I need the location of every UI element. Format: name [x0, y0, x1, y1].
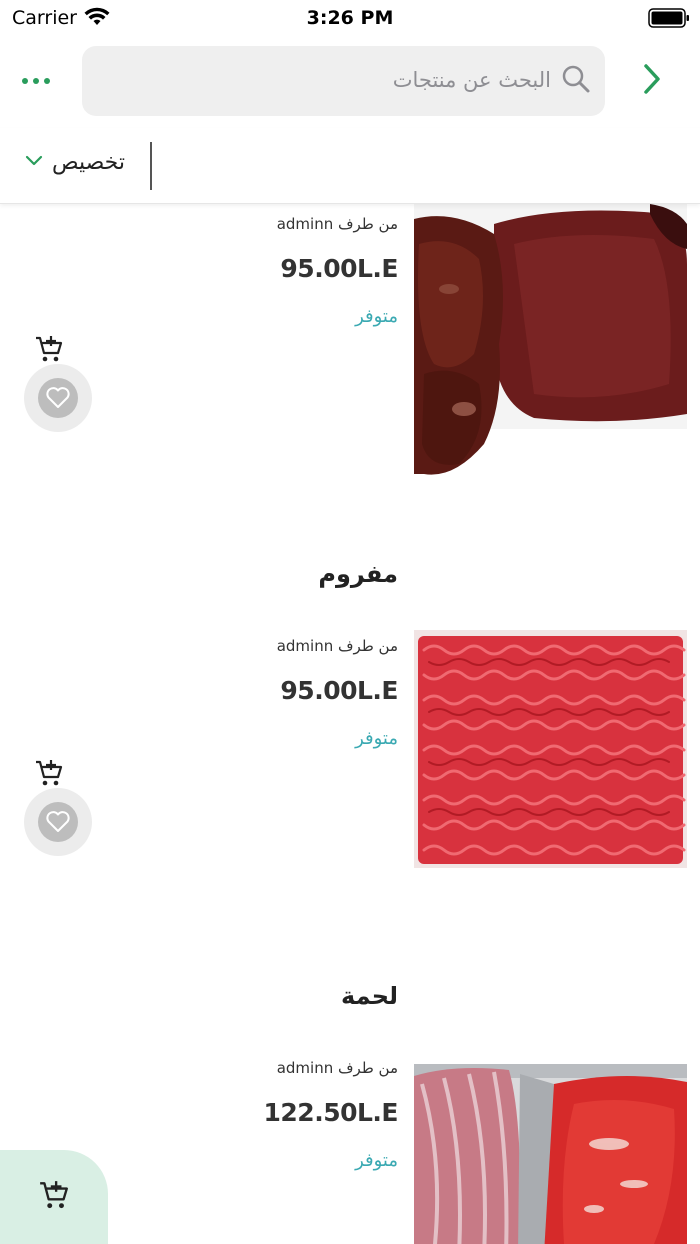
search-input[interactable]: البحث عن منتجات: [82, 46, 605, 116]
sort-label: تخصيص: [52, 150, 125, 175]
liver-image[interactable]: [414, 204, 687, 480]
heart-icon: [38, 378, 78, 418]
favorite-button[interactable]: [24, 788, 92, 856]
battery-icon: [648, 8, 690, 32]
minced-meat-image[interactable]: [414, 630, 687, 874]
beef-image[interactable]: [414, 1064, 687, 1244]
product-title: لحمة: [341, 982, 398, 1010]
product-stock: متوفر: [355, 1150, 398, 1171]
filter-bar: تخصيص: [0, 128, 700, 204]
heart-icon: [38, 802, 78, 842]
clock: 3:26 PM: [306, 7, 394, 29]
product-price: 122.50L.E: [263, 1098, 399, 1127]
search-placeholder: البحث عن منتجات: [392, 68, 551, 92]
product-card[interactable]: مفروم من طرف adminn 95.00L.E متوفر: [0, 560, 700, 980]
add-to-cart-icon[interactable]: [34, 334, 64, 364]
dot: [22, 78, 28, 84]
product-title: مفروم: [318, 560, 398, 588]
dot: [33, 78, 39, 84]
chevron-down-icon: [24, 153, 44, 172]
product-vendor: من طرف adminn: [276, 637, 398, 655]
top-bar: البحث عن منتجات: [0, 36, 700, 128]
product-vendor: من طرف adminn: [276, 215, 398, 233]
search-icon: [561, 64, 591, 98]
product-price: 95.00L.E: [280, 676, 398, 705]
add-to-cart-icon: [38, 1179, 70, 1215]
product-card[interactable]: من طرف adminn 95.00L.E متوفر: [0, 204, 700, 544]
sort-dropdown[interactable]: تخصيص: [24, 150, 125, 175]
product-stock: متوفر: [355, 306, 398, 327]
floating-cart-button[interactable]: [0, 1150, 108, 1244]
dot: [44, 78, 50, 84]
add-to-cart-icon[interactable]: [34, 758, 64, 788]
product-vendor: من طرف adminn: [276, 1059, 398, 1077]
status-bar: Carrier 3:26 PM: [0, 0, 700, 36]
product-stock: متوفر: [355, 728, 398, 749]
product-price: 95.00L.E: [280, 254, 398, 283]
divider: [150, 142, 152, 190]
product-list[interactable]: من طرف adminn 95.00L.E متوفر مفروم من طر…: [0, 204, 700, 1244]
favorite-button[interactable]: [24, 364, 92, 432]
chevron-right-icon[interactable]: [638, 62, 666, 100]
more-options-button[interactable]: [22, 66, 66, 96]
